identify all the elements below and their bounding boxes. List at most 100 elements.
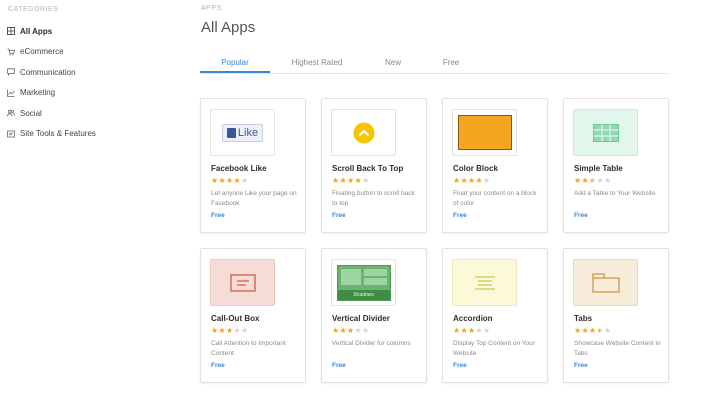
accordion-lines-icon — [474, 275, 495, 290]
sidebar-item-marketing[interactable]: Marketing — [7, 83, 96, 104]
sidebar-item-label: Social — [20, 108, 42, 118]
line-chart-icon — [7, 89, 15, 97]
sidebar-item-social[interactable]: Social — [7, 103, 96, 124]
star-icon: ★ — [460, 326, 468, 335]
star-empty-icon: ★ — [475, 326, 483, 335]
star-empty-icon: ★ — [233, 326, 241, 335]
app-description: Floating button to scroll back to top — [332, 190, 415, 207]
app-name: Accordion — [453, 314, 493, 323]
scroll-up-thumbnail — [331, 109, 396, 156]
star-icon: ★ — [218, 176, 226, 185]
app-card-tabs[interactable]: Tabs ★★★★★ Showcase Website Content in T… — [563, 248, 669, 383]
rating-stars: ★★★★★ — [574, 326, 611, 335]
thumbs-up-icon — [226, 127, 236, 138]
star-empty-icon: ★ — [240, 326, 249, 335]
rating-stars: ★★★★★ — [453, 326, 490, 335]
star-empty-icon: ★ — [482, 176, 491, 185]
scroll-up-circle-icon — [353, 122, 374, 143]
main-content: APPS All Apps Popular Highest Rated New … — [200, 0, 702, 395]
app-name: Call-Out Box — [211, 314, 260, 323]
star-empty-icon: ★ — [240, 176, 249, 185]
sidebar-item-label: Site Tools & Features — [20, 129, 96, 139]
app-card-simple-table[interactable]: Simple Table ★★★★★ Add a Table to Your W… — [563, 98, 669, 233]
star-icon: ★ — [581, 176, 589, 185]
app-price: Free — [332, 362, 346, 369]
star-icon: ★ — [460, 176, 468, 185]
app-description: Float your content on a block of color — [453, 190, 537, 207]
star-empty-icon: ★ — [603, 326, 612, 335]
window-icon — [7, 130, 15, 138]
star-icon: ★ — [339, 176, 347, 185]
rating-stars: ★★★★★ — [211, 176, 248, 185]
table-thumbnail — [573, 109, 638, 156]
app-name: Vertical Divider — [332, 314, 390, 323]
table-grid-icon — [592, 123, 619, 142]
app-description: Showcase Website Content in Tabs — [574, 340, 661, 357]
app-card-scroll-back-to-top[interactable]: Scroll Back To Top ★★★★★ Floating button… — [321, 98, 427, 233]
app-description: Display Top Content on Your Website — [453, 340, 535, 357]
category-list: All Apps eCommerce Communication Marketi… — [7, 21, 96, 144]
star-half-icon: ★ — [596, 326, 604, 335]
shadows-label: Shadows — [337, 289, 390, 300]
sidebar-heading: CATEGORIES — [8, 6, 59, 13]
star-empty-icon: ★ — [361, 176, 370, 185]
star-empty-icon: ★ — [603, 176, 612, 185]
sidebar: CATEGORIES All Apps eCommerce Communicat… — [0, 0, 190, 395]
app-name: Facebook Like — [211, 164, 267, 173]
breadcrumb: APPS — [201, 5, 222, 12]
orange-block-shape — [457, 115, 512, 150]
app-price: Free — [574, 362, 588, 369]
rating-stars: ★★★★★ — [453, 176, 490, 185]
tabs-folder-icon — [591, 272, 620, 293]
sidebar-item-ecommerce[interactable]: eCommerce — [7, 42, 96, 63]
app-price: Free — [574, 212, 588, 219]
star-icon: ★ — [339, 326, 347, 335]
users-icon — [7, 109, 15, 117]
sort-tabs: Popular Highest Rated New Free — [200, 54, 668, 74]
app-price: Free — [453, 212, 467, 219]
page-title: All Apps — [201, 19, 256, 36]
chat-bubble-icon — [7, 68, 15, 77]
sidebar-item-all-apps[interactable]: All Apps — [7, 21, 96, 42]
app-price: Free — [211, 212, 225, 219]
app-name: Scroll Back To Top — [332, 164, 404, 173]
app-description: Let anyone Like your page on Facebook — [211, 190, 297, 207]
app-card-accordion[interactable]: Accordion ★★★★★ Display Top Content on Y… — [442, 248, 548, 383]
app-card-vertical-divider[interactable]: Shadows Vertical Divider ★★★★★ Vertical … — [321, 248, 427, 383]
rating-stars: ★★★★★ — [211, 326, 248, 335]
rating-stars: ★★★★★ — [332, 176, 369, 185]
sidebar-item-label: eCommerce — [20, 47, 64, 57]
vertical-divider-thumbnail: Shadows — [331, 259, 396, 306]
divider-preview: Shadows — [336, 264, 391, 301]
app-price: Free — [211, 362, 225, 369]
app-card-color-block[interactable]: Color Block ★★★★★ Float your content on … — [442, 98, 548, 233]
app-card-facebook-like[interactable]: Like Facebook Like ★★★★★ Let anyone Like… — [200, 98, 306, 233]
sidebar-item-site-tools[interactable]: Site Tools & Features — [7, 124, 96, 145]
grid-icon — [7, 27, 15, 36]
star-empty-icon: ★ — [596, 176, 604, 185]
sidebar-item-label: Communication — [20, 67, 76, 77]
facebook-like-thumbnail: Like — [210, 109, 275, 156]
app-price: Free — [453, 362, 467, 369]
star-icon: ★ — [581, 326, 589, 335]
app-name: Simple Table — [574, 164, 623, 173]
app-description: Add a Table to Your Website — [574, 190, 656, 197]
tab-highest-rated[interactable]: Highest Rated — [280, 54, 354, 72]
tab-popular[interactable]: Popular — [200, 54, 270, 73]
app-card-call-out-box[interactable]: Call-Out Box ★★★★★ Call Attention to Imp… — [200, 248, 306, 383]
app-name: Tabs — [574, 314, 593, 323]
star-icon: ★ — [218, 326, 226, 335]
cart-icon — [7, 48, 15, 56]
sidebar-item-communication[interactable]: Communication — [7, 62, 96, 83]
star-empty-icon: ★ — [482, 326, 491, 335]
facebook-like-label: Like — [237, 126, 259, 139]
star-icon: ★ — [354, 176, 362, 185]
callout-thumbnail — [210, 259, 275, 306]
tab-new[interactable]: New — [370, 54, 416, 72]
tab-free[interactable]: Free — [428, 54, 474, 72]
rating-stars: ★★★★★ — [574, 176, 611, 185]
app-description: Vertical Divider for columns — [332, 340, 411, 347]
rating-stars: ★★★★★ — [332, 326, 369, 335]
app-price: Free — [332, 212, 346, 219]
star-empty-icon: ★ — [361, 326, 370, 335]
